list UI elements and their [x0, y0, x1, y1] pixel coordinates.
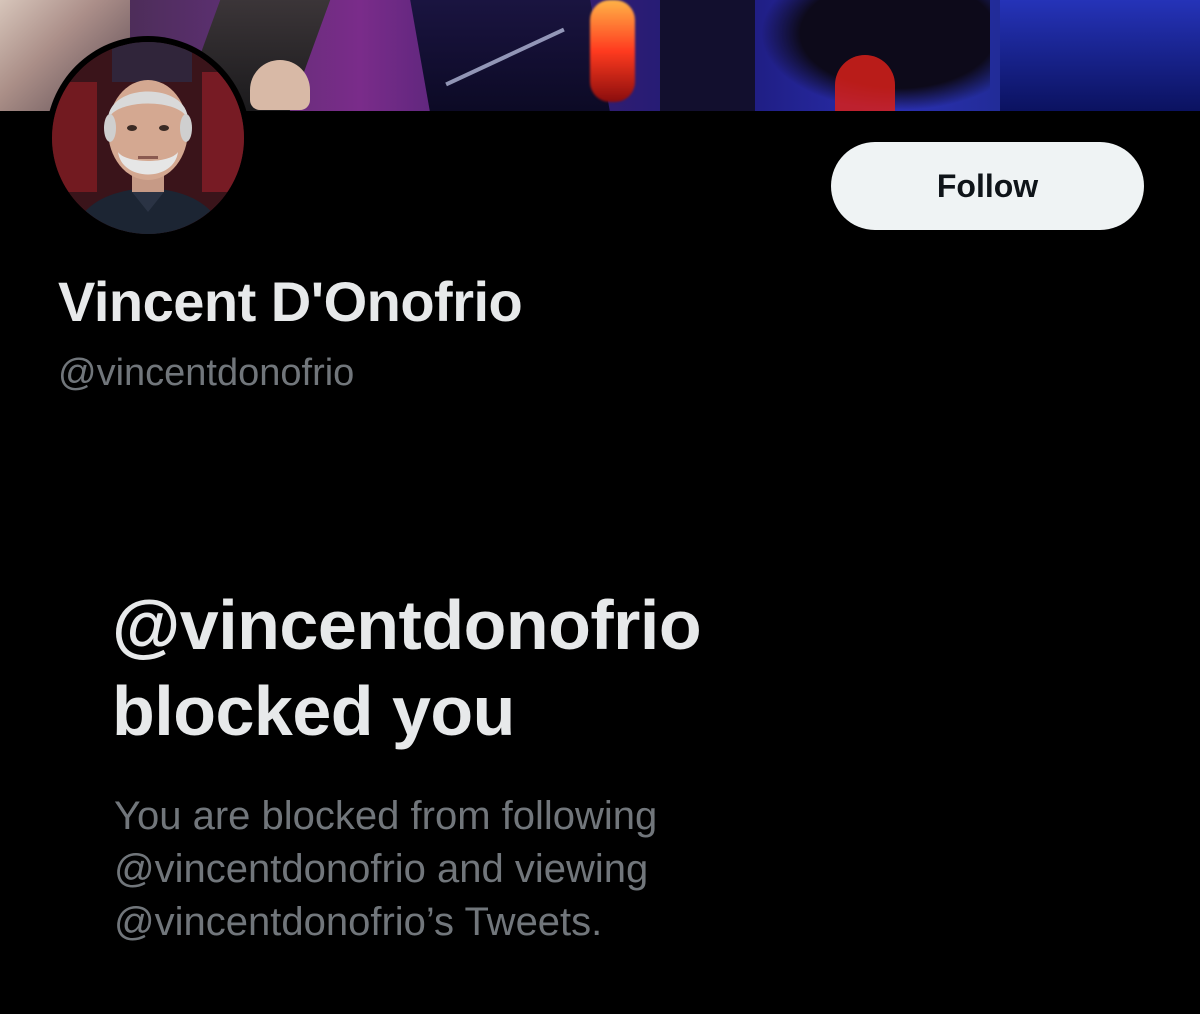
blocked-desc-line: @vincentdonofrio’s Tweets.: [114, 900, 603, 944]
profile-handle: @vincentdonofrio: [58, 352, 355, 394]
banner-shape: [660, 0, 755, 111]
avatar-image: [52, 42, 244, 234]
blocked-notice-title: @vincentdonofrio blocked you: [112, 582, 702, 754]
banner-shape: [590, 0, 635, 102]
blocked-title-line: @vincentdonofrio: [112, 586, 702, 664]
blocked-desc-line: You are blocked from following: [114, 794, 658, 838]
blocked-title-line: blocked you: [112, 672, 515, 750]
profile-page: Follow Vincent D'Onofrio @vincentdonofri…: [0, 0, 1200, 1014]
blocked-desc-line: @vincentdonofrio and viewing: [114, 847, 649, 891]
banner-shape: [1000, 0, 1200, 111]
profile-display-name: Vincent D'Onofrio: [58, 270, 523, 333]
blocked-notice-description: You are blocked from following @vincentd…: [114, 790, 657, 949]
follow-button[interactable]: Follow: [831, 142, 1144, 230]
banner-shape: [835, 55, 895, 111]
profile-avatar[interactable]: [46, 36, 250, 240]
